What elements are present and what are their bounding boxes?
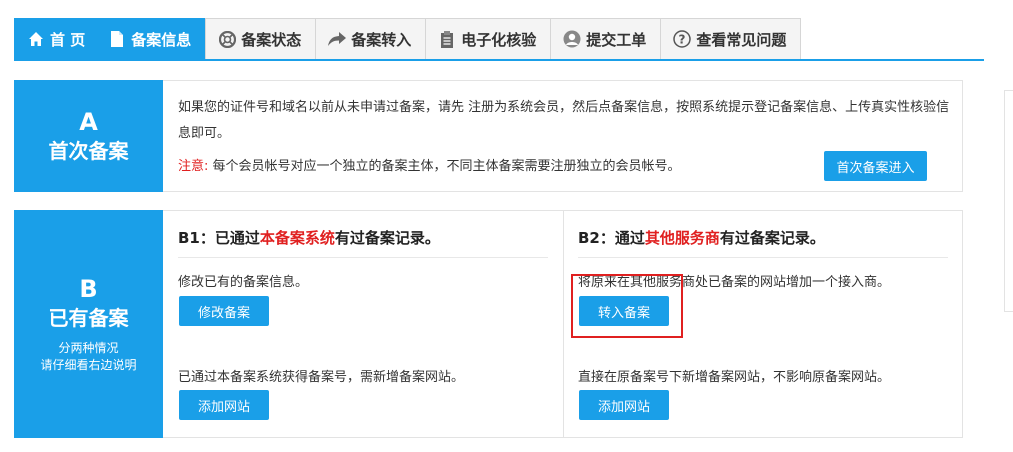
b1-item2-text: 已通过本备案系统获得备案号，需新增备案网站。 [178, 370, 465, 385]
b2-heading-highlight: 其他服务商 [644, 229, 720, 247]
tab-faq[interactable]: ? 查看常见问题 [660, 18, 802, 59]
question-icon: ? [673, 30, 692, 48]
b1-heading-suffix: 有过备案记录。 [334, 229, 440, 247]
b2-item2-text: 直接在原备案号下新增备案网站，不影响原备案网站。 [578, 370, 891, 385]
svg-text:?: ? [679, 33, 686, 47]
section-a-title: 首次备案 [48, 139, 129, 163]
b1-heading-prefix: B1：已通过 [178, 229, 260, 247]
user-icon [563, 30, 581, 48]
b2-add-site-button[interactable]: 添加网站 [579, 390, 669, 420]
modify-filing-button[interactable]: 修改备案 [179, 296, 269, 326]
clipboard-icon [438, 30, 456, 48]
b2-heading-prefix: B2：通过 [578, 229, 645, 247]
b1-heading-highlight: 本备案系统 [259, 229, 335, 247]
tab-e-verification[interactable]: 电子化核验 [425, 18, 552, 59]
lifebuoy-icon [218, 30, 236, 48]
highlight-box [571, 274, 683, 338]
home-icon [27, 30, 45, 48]
tab-home[interactable]: 首 页 [14, 18, 97, 59]
section-a-note: 注意: 每个会员帐号对应一个独立的备案主体，不同主体备案需要注册独立的会员帐号。 [178, 157, 681, 177]
b1-add-site-button[interactable]: 添加网站 [179, 390, 269, 420]
tab-label: 备案状态 [241, 30, 302, 49]
b2-heading: B2：通过其他服务商有过备案记录。 [578, 227, 825, 248]
section-b-note-line2: 请仔细看右边说明 [40, 358, 137, 372]
tab-label: 备案信息 [131, 30, 192, 49]
tabs-underline [14, 59, 984, 61]
tab-label: 备案转入 [351, 30, 412, 49]
section-b-letter: B [79, 275, 98, 303]
column-divider [563, 211, 564, 437]
section-b-sidebar: B 已有备案 分两种情况 请仔细看右边说明 [14, 210, 163, 438]
b2-heading-suffix: 有过备案记录。 [719, 229, 825, 247]
b1-item1-text: 修改已有的备案信息。 [178, 275, 309, 290]
tab-record-transfer[interactable]: 备案转入 [315, 18, 427, 59]
tab-record-info[interactable]: 备案信息 [95, 18, 207, 59]
section-first-filing: A 首次备案 如果您的证件号和域名以前从未申请过备案，请先 注册为系统会员，然后… [14, 80, 963, 192]
b1-heading-divider [178, 257, 548, 258]
section-a-letter: A [79, 108, 98, 136]
note-text: 每个会员帐号对应一个独立的备案主体，不同主体备案需要注册独立的会员帐号。 [212, 159, 681, 174]
section-b-note-line1: 分两种情况 [58, 341, 119, 355]
section-existing-filing: B 已有备案 分两种情况 请仔细看右边说明 B1：已通过本备案系统有过备案记录。… [14, 210, 963, 438]
tab-record-status[interactable]: 备案状态 [205, 18, 317, 59]
note-label: 注意: [178, 159, 209, 174]
right-side-panel [1004, 90, 1013, 312]
b1-heading: B1：已通过本备案系统有过备案记录。 [178, 227, 440, 248]
tab-submit-ticket[interactable]: 提交工单 [550, 18, 662, 59]
share-arrow-icon [328, 30, 347, 48]
b2-heading-divider [578, 257, 948, 258]
section-a-description: 如果您的证件号和域名以前从未申请过备案，请先 注册为系统会员，然后点备案信息，按… [178, 100, 950, 141]
main-nav-tabs: 首 页 备案信息 备案状态 备案转入 电子化核验 提交工单 ? 查看常见问题 [14, 18, 802, 59]
tab-label: 电子化核验 [461, 30, 537, 49]
tab-label: 查看常见问题 [696, 30, 787, 49]
section-a-sidebar: A 首次备案 [14, 80, 163, 192]
first-filing-button[interactable]: 首次备案进入 [824, 151, 927, 181]
tab-label: 提交工单 [586, 30, 647, 49]
tab-label: 首 页 [50, 30, 86, 49]
section-b-title: 已有备案 [48, 306, 129, 330]
document-icon [108, 30, 126, 48]
section-b-note: 分两种情况 请仔细看右边说明 [40, 340, 136, 374]
